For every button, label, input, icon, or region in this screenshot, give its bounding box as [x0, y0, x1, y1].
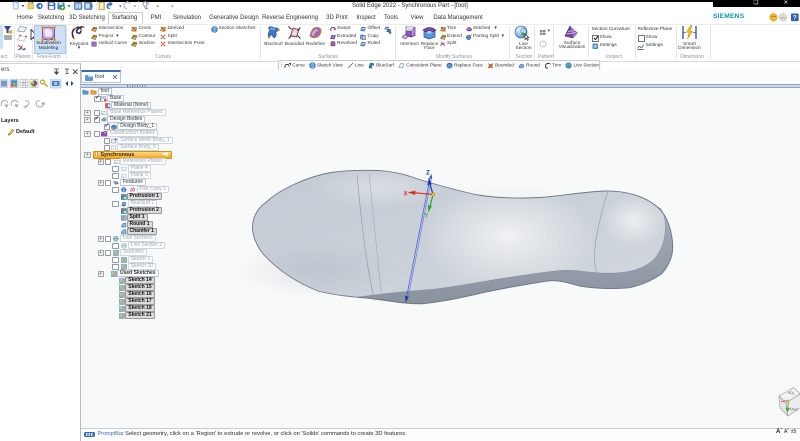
svg-text:?: ?: [793, 14, 797, 21]
svg-text:Z: Z: [426, 171, 430, 177]
svg-text:X: X: [403, 192, 407, 198]
svg-text:Y: Y: [424, 214, 428, 220]
